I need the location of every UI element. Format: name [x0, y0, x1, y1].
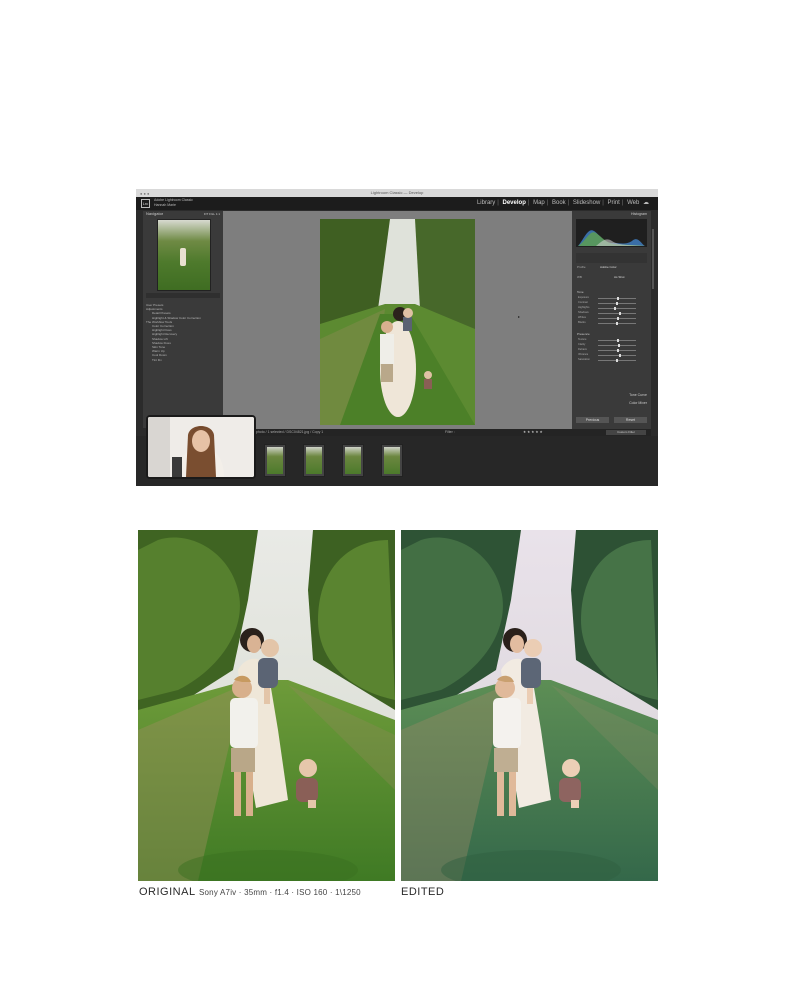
orchard-family-photo-edited — [401, 530, 658, 881]
module-map[interactable]: Map — [532, 200, 546, 206]
filmstrip-source-info[interactable]: 1 photo / 1 selected / DSC04821.jpg / Co… — [253, 429, 323, 436]
vibrance-slider[interactable]: Vibrance — [578, 353, 644, 357]
identity-plate-text: Adobe Lightroom Classic Hannah Marie — [154, 198, 193, 208]
orchard-family-photo — [320, 219, 475, 425]
filmstrip-thumbnail[interactable] — [264, 444, 286, 477]
camera-specs-caption: Sony A7iv · 35mm · f1.4 · ISO 160 · 1\12… — [199, 888, 361, 897]
module-library[interactable]: Library — [476, 200, 496, 206]
histogram-graph — [578, 230, 645, 246]
blacks-slider[interactable]: Blacks — [578, 321, 644, 325]
histogram-header[interactable]: Histogram — [576, 212, 647, 216]
original-photo — [138, 530, 395, 881]
webcam-overlay — [146, 415, 256, 479]
profile-value[interactable]: Adobe Color — [600, 265, 617, 269]
previous-button[interactable]: Previous — [576, 417, 609, 423]
lightroom-logo-icon: Lrc — [141, 199, 150, 208]
right-scrollbar[interactable] — [652, 229, 654, 289]
exposure-slider[interactable]: Exposure — [578, 296, 644, 300]
module-develop[interactable]: Develop — [502, 200, 527, 206]
filmstrip-thumbnail[interactable] — [303, 444, 325, 477]
identity-plate: Lrc Adobe Lightroom Classic Hannah Marie… — [136, 197, 658, 210]
contrast-slider[interactable]: Contrast — [578, 301, 644, 305]
presenter-video — [148, 417, 254, 477]
loupe-photo[interactable] — [320, 219, 475, 425]
custom-filter-select[interactable]: Custom Filter — [606, 430, 646, 435]
wb-label: WB — [577, 275, 582, 279]
left-panel: Navigator FIT FILL 1:1 User Presets Adju… — [143, 211, 223, 428]
clarity-slider[interactable]: Clarity — [578, 343, 644, 347]
profile-label: Profile — [577, 265, 586, 269]
filmstrip-toolbar: 1 photo / 1 selected / DSC04821.jpg / Co… — [223, 429, 651, 436]
module-web[interactable]: Web — [626, 200, 640, 206]
tone-curve-header[interactable]: Tone Curve — [576, 393, 647, 397]
histogram — [576, 219, 647, 247]
highlights-slider[interactable]: Highlights — [578, 306, 644, 310]
presets-list: User Presets Adjustments Detail Presets … — [146, 303, 220, 362]
cloud-icon[interactable]: ☁ — [642, 200, 650, 206]
module-print[interactable]: Print — [607, 200, 621, 206]
tool-strip[interactable] — [576, 253, 647, 263]
color-mixer-header[interactable]: Color Mixer — [576, 401, 647, 405]
whites-slider[interactable]: Whites — [578, 316, 644, 320]
navigator-preview[interactable] — [157, 219, 211, 291]
right-panel: Histogram Profile Adobe Color WB As Shot… — [572, 211, 651, 429]
saturation-slider[interactable]: Saturation — [578, 358, 644, 362]
identity-plate-line2: Hannah Marie — [154, 203, 176, 207]
wb-value[interactable]: As Shot — [614, 275, 625, 279]
orchard-family-photo-original — [138, 530, 395, 881]
lightroom-screenshot: ● ● ● Lightroom Classic — Develop Lrc Ad… — [136, 189, 658, 486]
presence-section-label: Presence — [577, 332, 590, 336]
original-caption: ORIGINAL — [139, 886, 196, 898]
filter-label: Filter : — [445, 430, 455, 434]
module-picker: Library | Develop | Map | Book | Slideshow | … — [476, 200, 650, 206]
presets-search[interactable] — [146, 293, 220, 298]
window-title: Lightroom Classic — Develop — [370, 190, 424, 195]
window-titlebar: ● ● ● Lightroom Classic — Develop — [136, 189, 658, 197]
edited-caption: EDITED — [401, 886, 445, 898]
cursor-icon: ▸ — [518, 314, 521, 319]
texture-slider[interactable]: Texture — [578, 338, 644, 342]
filmstrip-thumbnail[interactable] — [381, 444, 403, 477]
tone-section-label: Tone — [577, 290, 584, 294]
module-slideshow[interactable]: Slideshow — [572, 200, 601, 206]
reset-button[interactable]: Reset — [614, 417, 647, 423]
navigator-zoom-options[interactable]: FIT FILL 1:1 — [204, 211, 223, 217]
preset-item[interactable]: Tint Fix — [146, 358, 220, 362]
shadows-slider[interactable]: Shadows — [578, 311, 644, 315]
edited-photo — [401, 530, 658, 881]
dehaze-slider[interactable]: Dehaze — [578, 348, 644, 352]
loupe-view[interactable]: ▸ — [223, 211, 572, 429]
module-book[interactable]: Book — [551, 200, 567, 206]
filmstrip-thumbnail[interactable] — [342, 444, 364, 477]
navigator-header[interactable]: Navigator FIT FILL 1:1 — [143, 211, 223, 217]
rating-stars-icon[interactable]: ★ ★ ★ ★ ★ — [523, 429, 543, 436]
